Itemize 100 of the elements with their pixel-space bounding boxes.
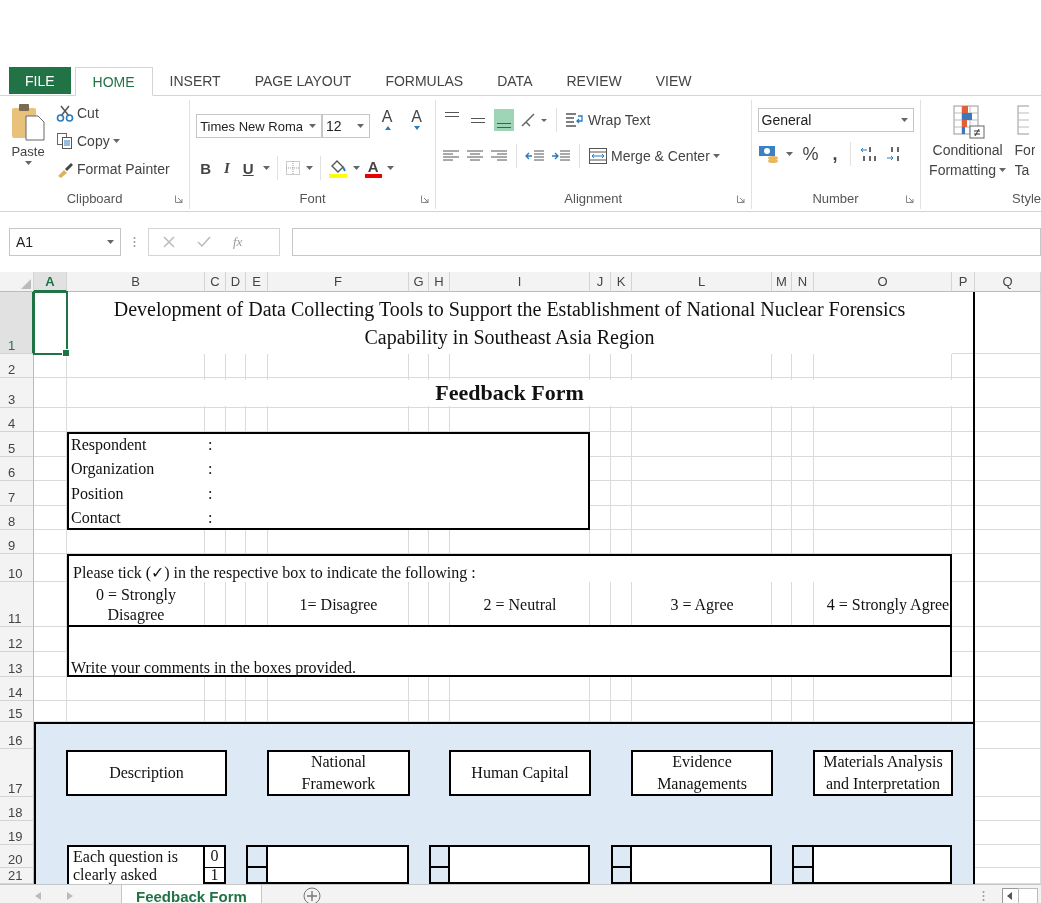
row-header[interactable]: 10 [0,554,34,582]
triangle-icon [21,279,31,289]
cut-button[interactable]: Cut [56,101,170,125]
name-box[interactable]: A1 [9,228,121,256]
align-right-icon[interactable] [490,148,508,164]
underline-button[interactable]: U [238,159,258,177]
field-label: Contact [70,509,122,527]
comma-button[interactable]: , [828,143,842,165]
ribbon-tab[interactable]: VIEW [638,67,709,95]
orientation-icon[interactable] [520,112,548,128]
column-header[interactable]: C [205,272,226,292]
check-icon[interactable] [197,236,211,248]
percent-button[interactable]: % [798,143,823,165]
column-header[interactable]: I [450,272,590,292]
ribbon-tab[interactable]: FILE [9,67,71,94]
column-header[interactable]: P [952,272,975,292]
caret-icon[interactable] [785,152,793,156]
formula-input[interactable] [292,228,1041,256]
column-header[interactable]: H [429,272,450,292]
row-header[interactable]: 16 [0,722,34,749]
caret-icon[interactable] [352,166,360,170]
column-header[interactable]: Q [975,272,1041,292]
money-icon[interactable] [757,145,780,163]
increase-indent-icon[interactable] [551,148,571,164]
row-header[interactable]: 19 [0,821,34,845]
group-label: Clipboard [66,190,123,206]
caret-icon[interactable] [262,166,270,170]
number-format-field[interactable]: General [757,108,914,132]
comment-box[interactable] [268,845,409,884]
column-header[interactable]: G [409,272,429,292]
font-size-field[interactable]: 12 [322,114,370,138]
comment-box[interactable] [632,845,772,884]
row-header[interactable]: 20 [0,845,34,868]
ribbon-tab[interactable]: DATA [480,67,550,95]
column-header[interactable]: M [772,272,792,292]
row-header[interactable]: 4 [0,408,34,432]
format-table-button[interactable]: For Ta [1014,104,1035,187]
row-header[interactable]: 6 [0,457,34,481]
column-header[interactable]: F [268,272,409,292]
row-header[interactable]: 11 [0,582,34,627]
row-header[interactable]: 8 [0,506,34,530]
vertical-align-button[interactable] [494,109,514,131]
group-label: Number [812,190,859,206]
format-painter-button[interactable]: Format Painter [56,157,170,181]
comment-box[interactable] [814,845,952,884]
caret-icon[interactable] [305,166,313,170]
copy-button[interactable]: Copy [56,129,170,153]
column-header[interactable]: N [792,272,814,292]
row-header[interactable]: 3 [0,378,34,408]
italic-button[interactable]: I [219,159,234,177]
decrease-indent-icon[interactable] [525,148,545,164]
column-header[interactable]: K [611,272,632,292]
column-header[interactable]: J [590,272,611,292]
group-label: Alignment [564,190,623,206]
row-header[interactable]: 7 [0,481,34,506]
row-header[interactable]: 14 [0,677,34,701]
launcher-icon[interactable] [905,195,914,203]
launcher-icon[interactable] [421,195,429,203]
row-header[interactable]: 1 [0,292,34,354]
row-header[interactable]: 15 [0,701,34,722]
sheet-tab[interactable]: Feedback Form [121,885,262,903]
add-sheet-icon[interactable] [302,887,321,903]
align-center-icon[interactable] [466,148,484,164]
increase-decimal-icon[interactable] [858,145,879,163]
launcher-icon[interactable] [736,195,745,203]
paste-button[interactable]: Paste [4,100,52,187]
font-color-button[interactable]: A [364,158,382,178]
align-left-icon[interactable] [442,148,460,164]
row-header[interactable]: 5 [0,432,34,457]
fill-color-icon[interactable] [327,158,348,178]
row-header[interactable]: 17 [0,749,34,797]
font-name-field[interactable]: Times New Roma [196,114,322,138]
grip-icon [133,236,136,248]
shrink-font-button[interactable]: A [404,108,429,144]
column-header[interactable]: A [34,272,67,292]
column-header[interactable]: O [814,272,952,292]
row-header[interactable]: 9 [0,530,34,554]
conditional-formatting-button[interactable]: Conditional Formatting [924,104,1011,187]
caret-icon[interactable] [386,166,394,170]
ribbon-tab[interactable]: HOME [74,67,153,96]
ribbon-tab[interactable]: FORMULAS [368,67,481,95]
column-header[interactable]: L [632,272,772,292]
grow-font-button[interactable]: A [374,108,400,144]
ribbon-tab[interactable]: PAGE LAYOUT [237,67,369,95]
ribbon-tab[interactable]: REVIEW [549,67,639,95]
comment-box[interactable] [450,845,590,884]
row-header[interactable]: 18 [0,797,34,821]
row-header[interactable]: 13 [0,652,34,677]
row-header[interactable]: 21 [0,868,34,884]
column-header[interactable]: B [67,272,205,292]
column-header[interactable]: E [246,272,268,292]
wrap-text-button[interactable]: Wrap Text [565,108,651,132]
ribbon-tab[interactable]: INSERT [152,67,238,95]
merge-center-button[interactable]: Merge & Center [588,144,720,168]
column-header[interactable]: D [226,272,246,292]
launcher-icon[interactable] [175,195,184,203]
scroll-left-icon[interactable] [1002,888,1038,903]
row-header[interactable]: 12 [0,627,34,652]
row-header[interactable]: 2 [0,354,34,378]
bold-button[interactable]: B [196,159,215,177]
